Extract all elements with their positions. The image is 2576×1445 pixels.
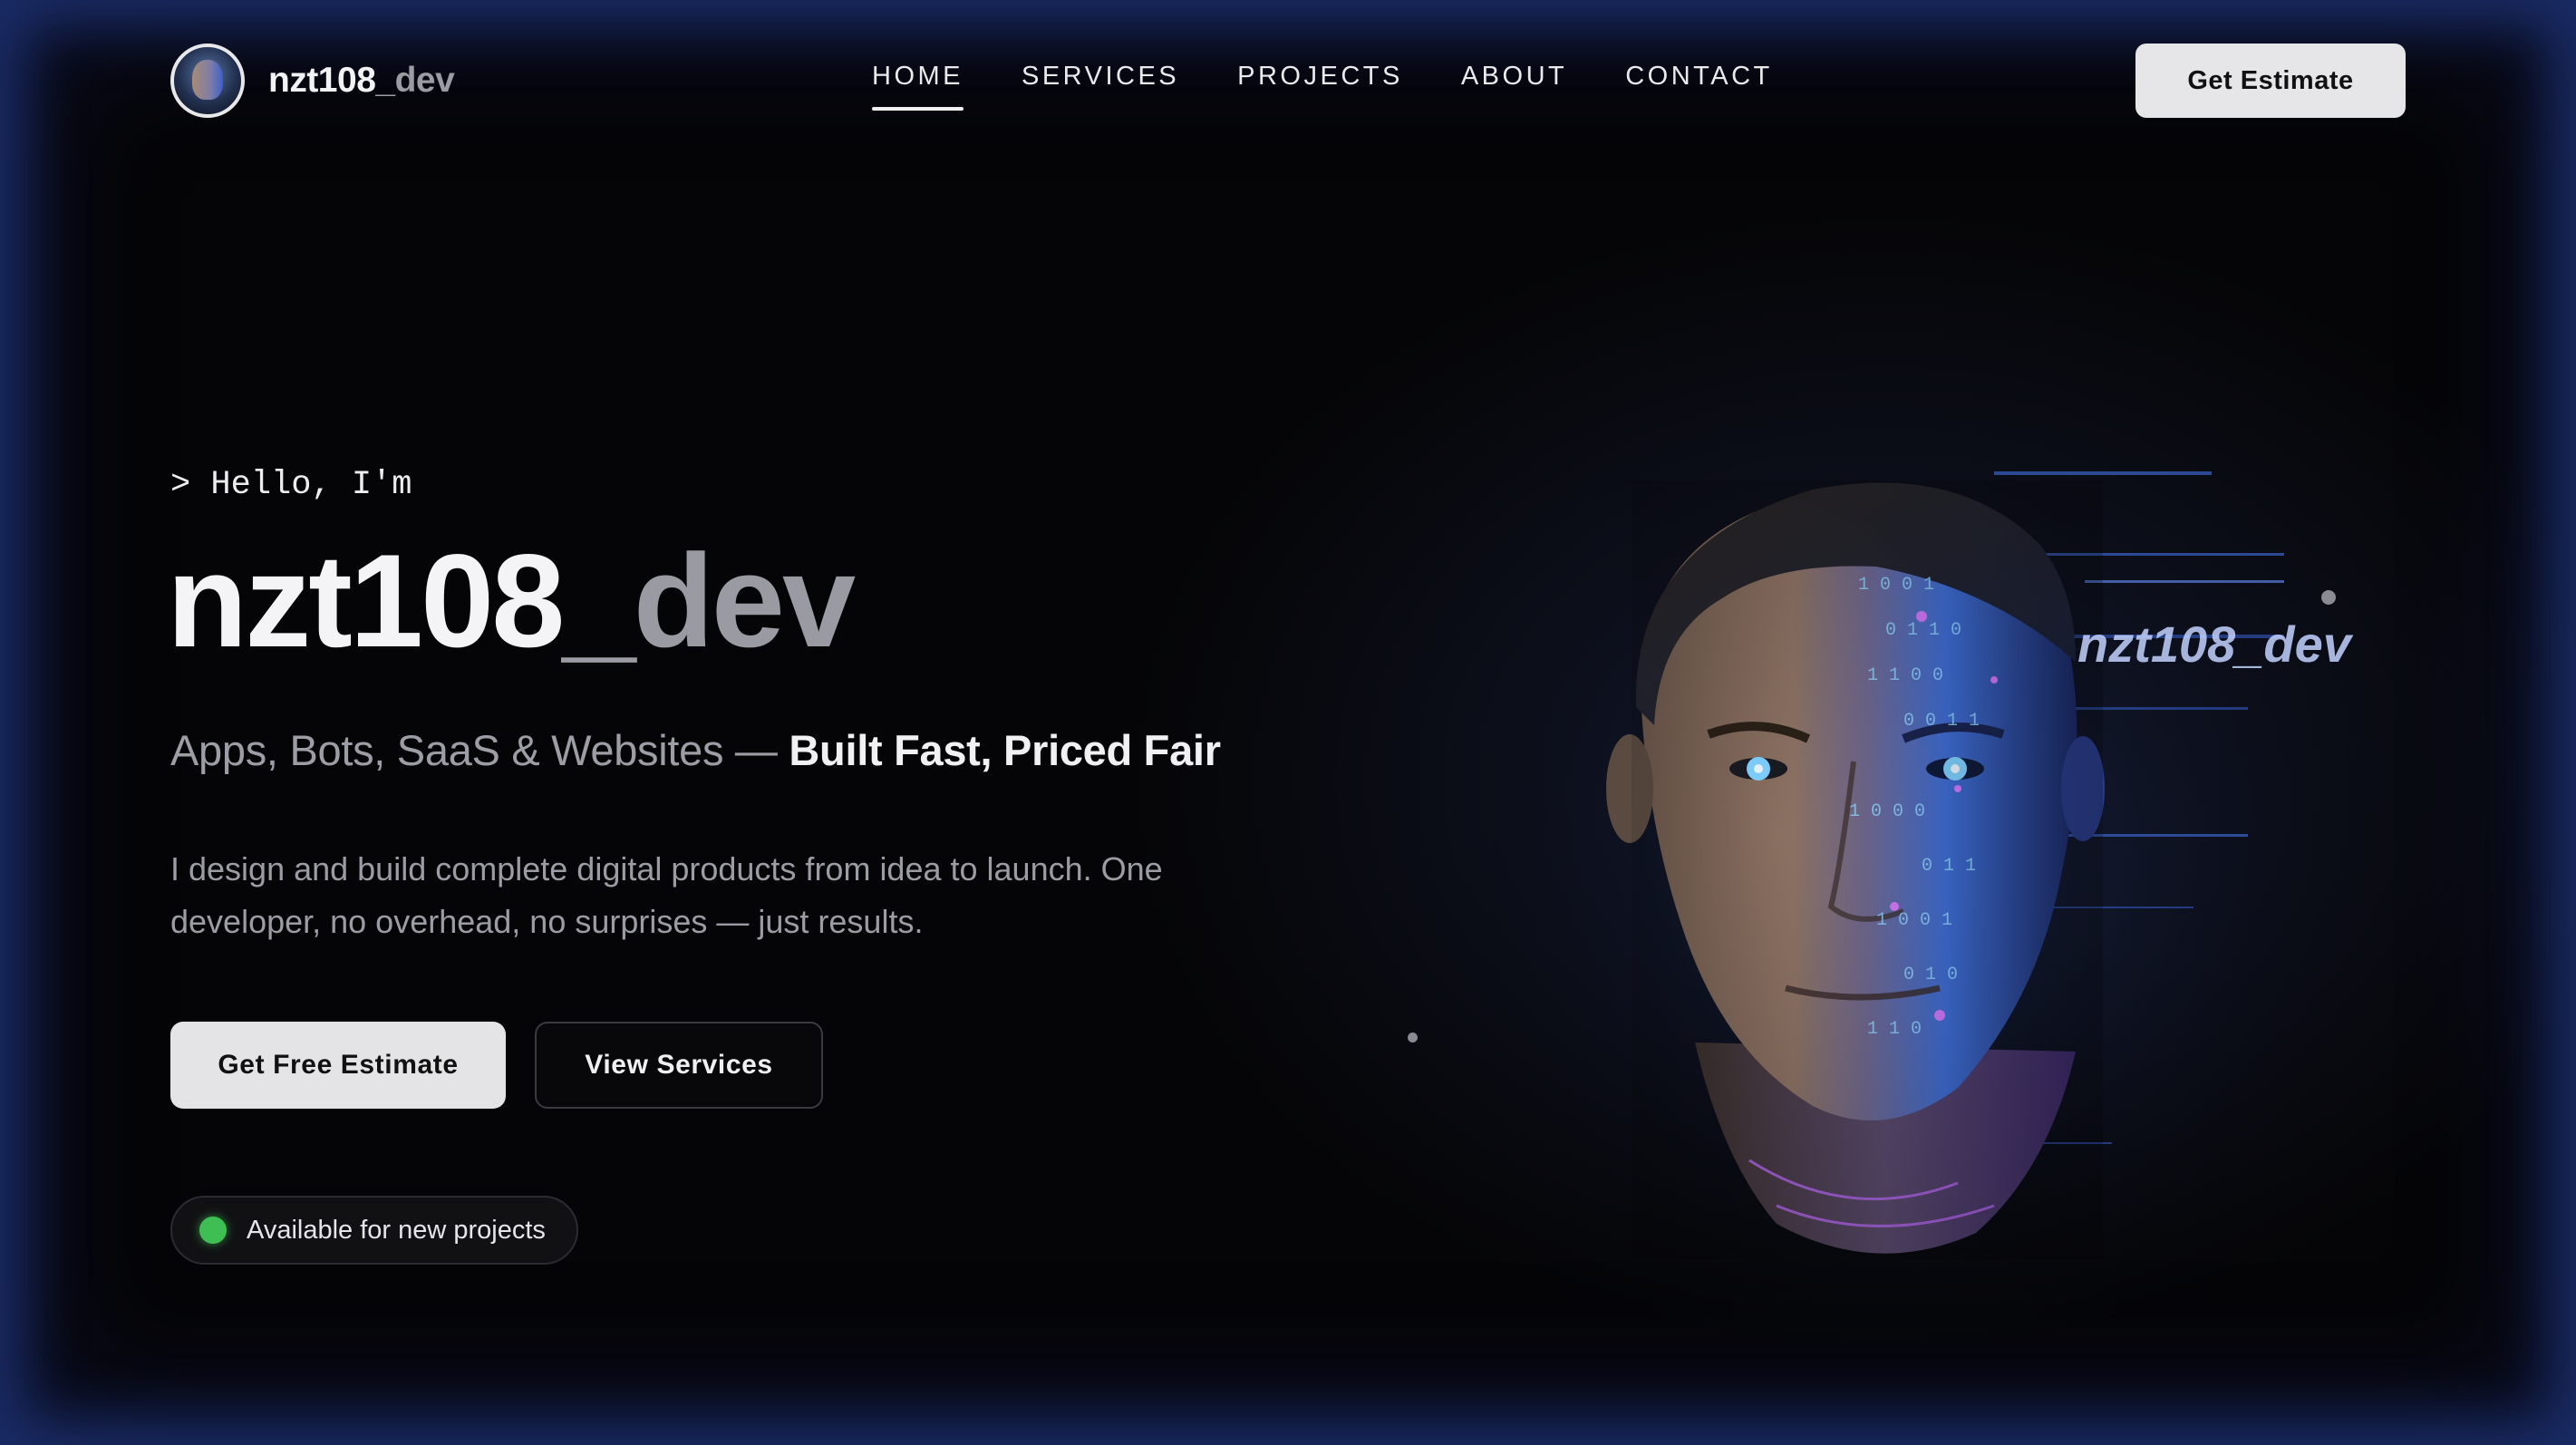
view-services-button[interactable]: View Services (535, 1022, 823, 1109)
page-frame: nzt108_dev HOME SERVICES PROJECTS ABOUT … (0, 0, 2576, 1445)
hero-description: I design and build complete digital prod… (170, 850, 1163, 940)
decor-dot (1408, 1033, 1418, 1043)
logo-avatar (170, 44, 245, 118)
portrait-overlay-label: nzt108_dev (2077, 616, 2354, 673)
availability-text: Available for new projects (247, 1215, 546, 1245)
main-nav: HOME SERVICES PROJECTS ABOUT CONTACT (872, 62, 1831, 111)
nav-item-about[interactable]: ABOUT (1461, 62, 1567, 92)
get-free-estimate-button[interactable]: Get Free Estimate (170, 1022, 506, 1109)
nav-item-contact[interactable]: CONTACT (1625, 62, 1773, 92)
hero-greeting: > Hello, I'm (170, 466, 412, 504)
nav-item-home[interactable]: HOME (872, 62, 964, 111)
get-estimate-button[interactable]: Get Estimate (2135, 44, 2406, 118)
hero-portrait: 1 0 0 1 0 1 1 0 1 1 0 0 0 0 1 1 1 0 0 0 … (1450, 399, 2393, 1314)
nav-item-projects[interactable]: PROJECTS (1237, 62, 1403, 92)
hero-title: nzt108_dev (167, 527, 856, 674)
hero-tagline: Apps, Bots, SaaS & Websites — Built Fast… (170, 726, 1221, 774)
logo[interactable]: nzt108_dev (170, 44, 455, 118)
portrait-shade (1632, 480, 2103, 1260)
nav-item-services[interactable]: SERVICES (1022, 62, 1179, 92)
logo-text: nzt108_dev (268, 61, 455, 100)
status-dot-icon (199, 1217, 227, 1244)
availability-badge: Available for new projects (170, 1196, 578, 1265)
